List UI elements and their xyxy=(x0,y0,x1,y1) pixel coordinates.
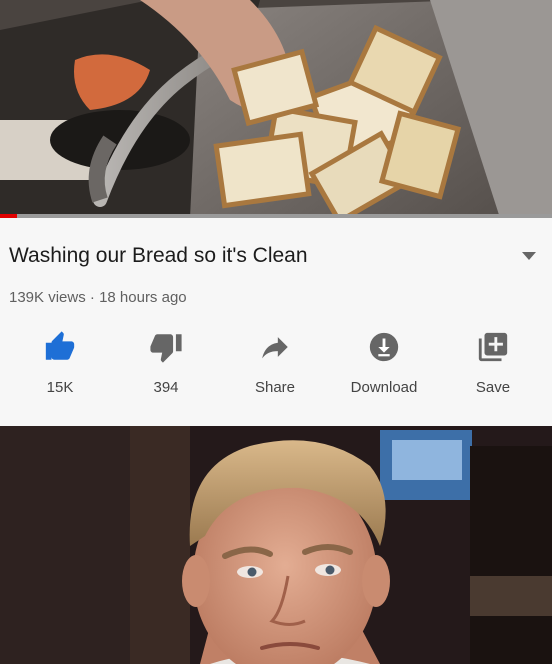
meme-screenshot: Washing our Bread so it's Clean 139K vie… xyxy=(0,0,552,664)
view-count: 139K views xyxy=(9,289,86,306)
save-button[interactable]: Save xyxy=(447,330,539,396)
like-button[interactable]: 15K xyxy=(14,330,106,396)
video-title: Washing our Bread so it's Clean xyxy=(9,244,308,267)
dislike-button[interactable]: 394 xyxy=(120,330,212,396)
save-label: Save xyxy=(475,379,511,396)
thumbs-up-icon xyxy=(45,331,75,360)
thumbs-down-icon xyxy=(150,334,182,363)
upload-age: 18 hours ago xyxy=(99,289,187,306)
download-label: Download xyxy=(350,379,418,396)
share-button[interactable]: Share xyxy=(229,330,321,396)
reaction-image xyxy=(0,426,552,664)
like-count: 15K xyxy=(46,379,74,396)
chevron-down-icon[interactable] xyxy=(522,252,536,260)
reaction-photo xyxy=(0,426,552,664)
share-arrow-icon xyxy=(262,337,288,359)
meta-separator: · xyxy=(89,289,95,306)
download-icon xyxy=(369,332,399,362)
video-metadata: 139K views · 18 hours ago xyxy=(9,289,187,306)
dislike-count: 394 xyxy=(153,379,179,396)
download-button[interactable]: Download xyxy=(338,330,430,396)
add-to-playlist-icon xyxy=(478,332,508,362)
video-player[interactable] xyxy=(0,0,552,218)
video-frame-image xyxy=(0,0,552,218)
share-label: Share xyxy=(254,379,296,396)
